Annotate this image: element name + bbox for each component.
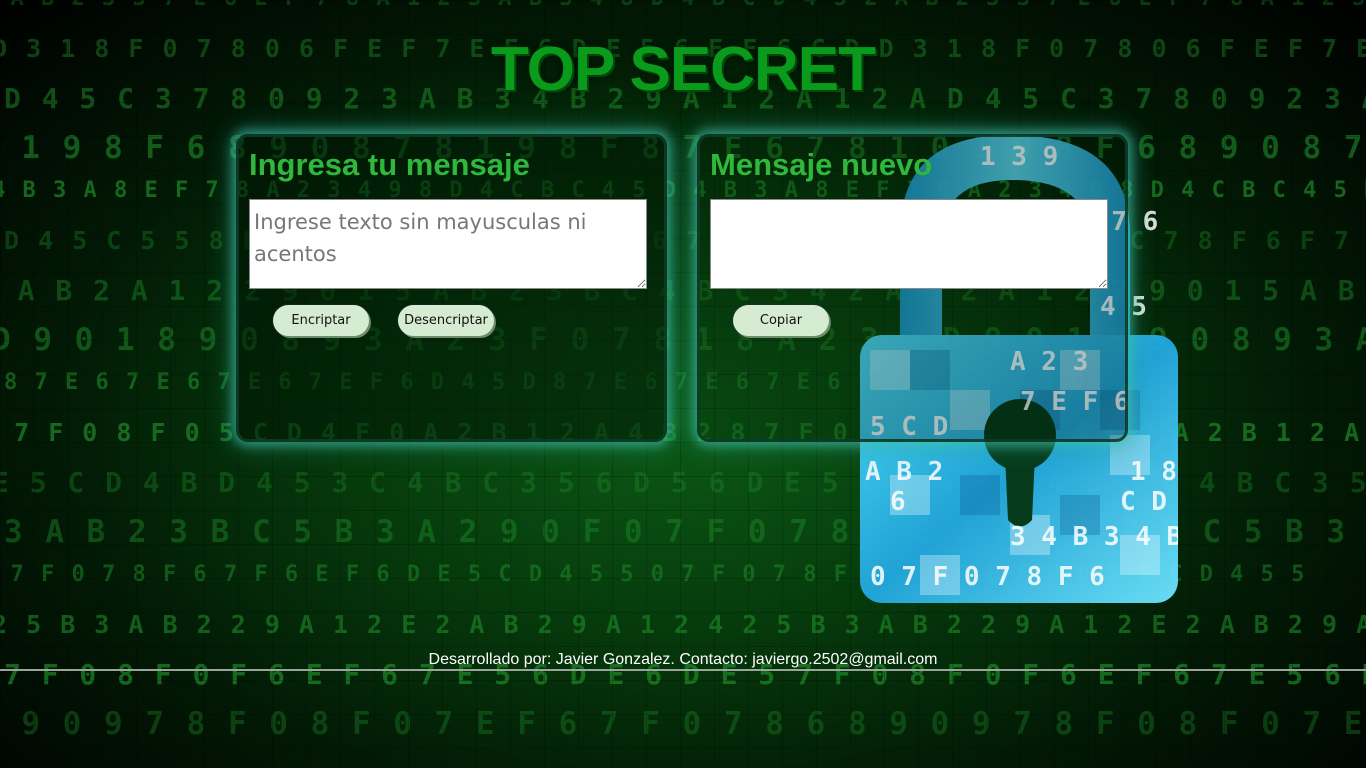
lock-glyph: 1 8 <box>1130 457 1177 487</box>
decrypt-button[interactable]: Desencriptar <box>398 305 494 336</box>
copy-button[interactable]: Copiar <box>733 305 829 336</box>
footer-credits: Desarrollado por: Javier Gonzalez. Conta… <box>428 651 938 668</box>
output-panel-heading: Mensaje nuevo <box>710 147 933 182</box>
page-root: 2 A B 2 3 3 7 E 6 E F 7 8 A 1 2 3 A B 3 … <box>0 0 1366 768</box>
lock-glyph: A B 2 <box>865 457 943 487</box>
lock-glyph: 0 7 F 0 7 8 F 6 <box>870 562 1105 592</box>
output-panel: Mensaje nuevo Copiar <box>697 134 1128 442</box>
footer-divider <box>0 669 1366 671</box>
input-panel-heading: Ingresa tu mensaje <box>249 147 530 182</box>
encrypt-button[interactable]: Encriptar <box>273 305 369 336</box>
lock-glyph: 6 <box>890 487 906 517</box>
result-output[interactable] <box>710 199 1108 289</box>
input-panel: Ingresa tu mensaje Encriptar Desencripta… <box>236 134 667 442</box>
page-title: TOP SECRET <box>491 35 876 104</box>
lock-glyph: C D 4 <box>1120 487 1178 517</box>
message-input[interactable] <box>249 199 647 289</box>
lock-glyph: 3 4 B 3 4 B 2 3 A <box>1010 522 1178 552</box>
